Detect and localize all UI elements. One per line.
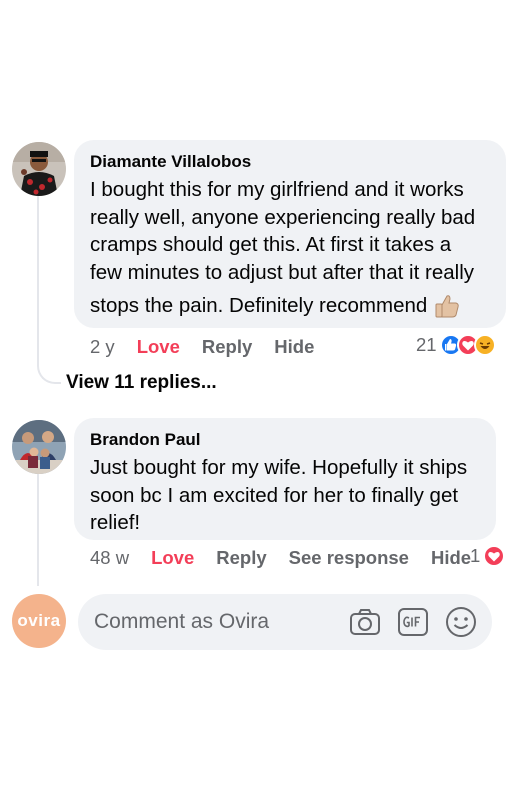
avatar[interactable]: [12, 420, 66, 474]
avatar-photo: [12, 142, 66, 196]
reaction-summary[interactable]: 21: [416, 334, 496, 356]
thread-line: [37, 474, 39, 586]
comment-line: relief!: [90, 511, 141, 534]
view-replies-link[interactable]: View 11 replies...: [66, 372, 217, 394]
reply-button[interactable]: Reply: [202, 336, 252, 358]
comment-line: really well, anyone experiencing really …: [90, 205, 476, 229]
reaction-count: 21: [416, 334, 437, 355]
brand-avatar: ovira: [12, 594, 66, 648]
thread-connector: [37, 350, 61, 384]
brand-logo: ovira: [17, 611, 61, 630]
comment-text: I bought this for my girlfriend and it w…: [90, 176, 490, 320]
comment-author[interactable]: Diamante Villalobos: [90, 152, 490, 172]
hide-button[interactable]: Hide: [431, 547, 471, 569]
reaction-summary[interactable]: 1: [470, 545, 506, 567]
thumbs-up-icon: [433, 292, 461, 320]
thread-line: [37, 196, 39, 364]
comment-bubble: Brandon Paul Just bought for my wife. Ho…: [74, 418, 496, 540]
comment-line: stops the pain. Definitely recommend: [90, 294, 428, 318]
comment-time[interactable]: 48 w: [90, 547, 129, 569]
comment-actions: 2 y Love Reply Hide: [90, 336, 336, 358]
comment-line: Just bought for my wife. Hopefully it sh…: [90, 456, 468, 479]
comment-time[interactable]: 2 y: [90, 336, 115, 358]
gif-icon[interactable]: [396, 605, 430, 639]
comment-bubble: Diamante Villalobos I bought this for my…: [74, 140, 506, 328]
avatar[interactable]: [12, 142, 66, 196]
haha-icon: [473, 334, 496, 356]
comment-author[interactable]: Brandon Paul: [90, 430, 480, 450]
comment-actions: 48 w Love Reply See response Hide: [90, 547, 479, 569]
comment-line: soon bc I am excited for her to finally …: [90, 483, 459, 507]
smiley-icon[interactable]: [444, 605, 478, 639]
avatar-photo: [12, 420, 66, 474]
comment-line: few minutes to adjust but after that it …: [90, 260, 474, 284]
love-button[interactable]: Love: [151, 547, 194, 569]
hide-button[interactable]: Hide: [274, 336, 314, 358]
camera-icon[interactable]: [348, 605, 382, 639]
reply-button[interactable]: Reply: [216, 547, 266, 569]
reaction-count: 1: [470, 545, 481, 566]
comment-line: I bought this for my girlfriend and it w…: [90, 178, 464, 201]
comment-text: Just bought for my wife. Hopefully it sh…: [90, 454, 480, 537]
love-icon: [483, 545, 506, 567]
comment-line: cramps should get this. At first it take…: [90, 233, 452, 256]
love-button[interactable]: Love: [137, 336, 180, 358]
see-response-button[interactable]: See response: [289, 547, 409, 569]
comment-input[interactable]: Comment as Ovira: [94, 610, 348, 634]
comment-composer[interactable]: Comment as Ovira: [78, 594, 492, 650]
